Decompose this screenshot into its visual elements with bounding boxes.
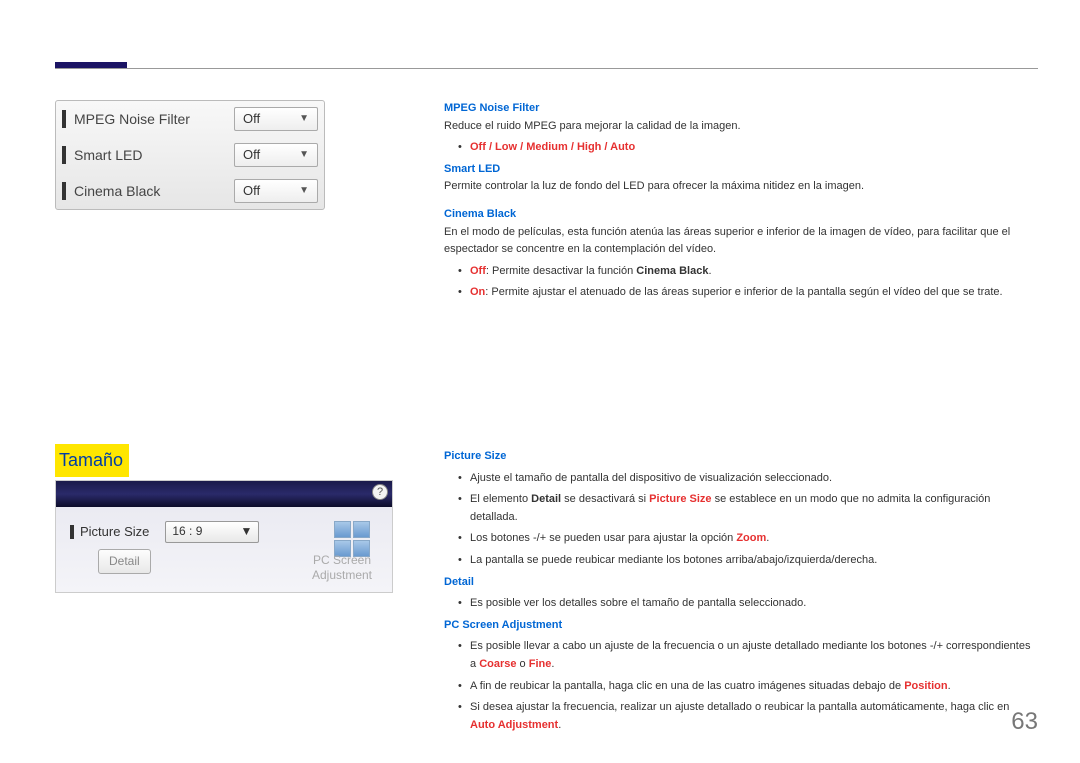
section-picturesize: Picture Size Ajuste el tamaño de pantall… — [444, 448, 1035, 738]
heading-smartled: Smart LED — [444, 161, 1035, 179]
page-number: 63 — [1011, 703, 1038, 741]
menu-row-mpeg: MPEG Noise Filter Off ▼ — [56, 101, 324, 137]
menu-select-smartled[interactable]: Off ▼ — [234, 143, 318, 167]
chevron-down-icon: ▼ — [299, 111, 309, 127]
desc-cinema: En el modo de películas, esta función at… — [444, 224, 1035, 259]
pcs-item-3: Si desea ajustar la frecuencia, realizar… — [444, 699, 1035, 734]
ps-item-2: El elemento Detail se desactivará si Pic… — [444, 491, 1035, 526]
size-panel-titlebar: ? — [56, 481, 392, 507]
pcs-item-1: Es posible llevar a cabo un ajuste de la… — [444, 638, 1035, 673]
position-cell-tl[interactable] — [334, 521, 351, 538]
desc-mpeg: Reduce el ruido MPEG para mejorar la cal… — [444, 118, 1035, 136]
menu-row-cinema: Cinema Black Off ▼ — [56, 173, 324, 209]
menu-select-cinema[interactable]: Off ▼ — [234, 179, 318, 203]
cinema-off-item: Off: Permite desactivar la función Cinem… — [444, 263, 1035, 281]
ps-item-1: Ajuste el tamaño de pantalla del disposi… — [444, 470, 1035, 488]
row-indicator — [70, 525, 74, 539]
heading-picturesize: Picture Size — [444, 448, 1035, 466]
picture-size-value: 16 : 9 — [172, 522, 202, 541]
menu-select-mpeg[interactable]: Off ▼ — [234, 107, 318, 131]
pcscreen-list: Es posible llevar a cabo un ajuste de la… — [444, 638, 1035, 734]
detail-item-1: Es posible ver los detalles sobre el tam… — [444, 595, 1035, 613]
heading-pcscreen: PC Screen Adjustment — [444, 617, 1035, 635]
menu-value-smartled: Off — [243, 145, 260, 166]
pc-screen-adjustment-label: PC Screen Adjustment — [312, 553, 372, 582]
menu-label-cinema: Cinema Black — [74, 180, 234, 202]
pcs-item-2: A fin de reubicar la pantalla, haga clic… — [444, 678, 1035, 696]
ps-item-3: Los botones -/+ se pueden usar para ajus… — [444, 530, 1035, 548]
menu-label-mpeg: MPEG Noise Filter — [74, 108, 234, 130]
section-mpeg-etc: MPEG Noise Filter Reduce el ruido MPEG p… — [444, 100, 1035, 306]
menu-value-mpeg: Off — [243, 109, 260, 130]
picture-size-select[interactable]: 16 : 9 ▼ — [165, 521, 259, 543]
row-indicator — [62, 146, 66, 164]
header-rule — [55, 68, 1038, 69]
mpeg-options-list: Off / Low / Medium / High / Auto — [444, 139, 1035, 157]
cinema-on-item: On: Permite ajustar el atenuado de las á… — [444, 284, 1035, 302]
chevron-down-icon: ▼ — [299, 147, 309, 163]
heading-detail: Detail — [444, 574, 1035, 592]
menu-label-smartled: Smart LED — [74, 144, 234, 166]
picture-size-label: Picture Size — [80, 522, 149, 543]
help-icon[interactable]: ? — [372, 484, 388, 500]
heading-mpeg: MPEG Noise Filter — [444, 100, 1035, 118]
detail-button[interactable]: Detail — [98, 549, 151, 574]
size-panel: ? Picture Size 16 : 9 ▼ Detail PC Screen… — [55, 480, 393, 593]
section-title-tamano: Tamaño — [55, 444, 129, 477]
heading-cinema: Cinema Black — [444, 206, 1035, 224]
section-title-container: Tamaño — [55, 444, 395, 477]
row-indicator — [62, 182, 66, 200]
ps-item-4: La pantalla se puede reubicar mediante l… — [444, 552, 1035, 570]
row-indicator — [62, 110, 66, 128]
position-grid[interactable] — [334, 521, 370, 557]
menu-row-smartled: Smart LED Off ▼ — [56, 137, 324, 173]
position-cell-tr[interactable] — [353, 521, 370, 538]
menu-value-cinema: Off — [243, 181, 260, 202]
cinema-list: Off: Permite desactivar la función Cinem… — [444, 263, 1035, 302]
menu-panel-1: MPEG Noise Filter Off ▼ Smart LED Off ▼ … — [55, 100, 325, 210]
desc-smartled: Permite controlar la luz de fondo del LE… — [444, 178, 1035, 196]
chevron-down-icon: ▼ — [299, 183, 309, 199]
picturesize-list: Ajuste el tamaño de pantalla del disposi… — [444, 470, 1035, 570]
detail-list: Es posible ver los detalles sobre el tam… — [444, 595, 1035, 613]
picture-size-row: Picture Size 16 : 9 ▼ — [70, 521, 378, 543]
chevron-down-icon: ▼ — [240, 522, 252, 541]
mpeg-options: Off / Low / Medium / High / Auto — [470, 141, 635, 153]
